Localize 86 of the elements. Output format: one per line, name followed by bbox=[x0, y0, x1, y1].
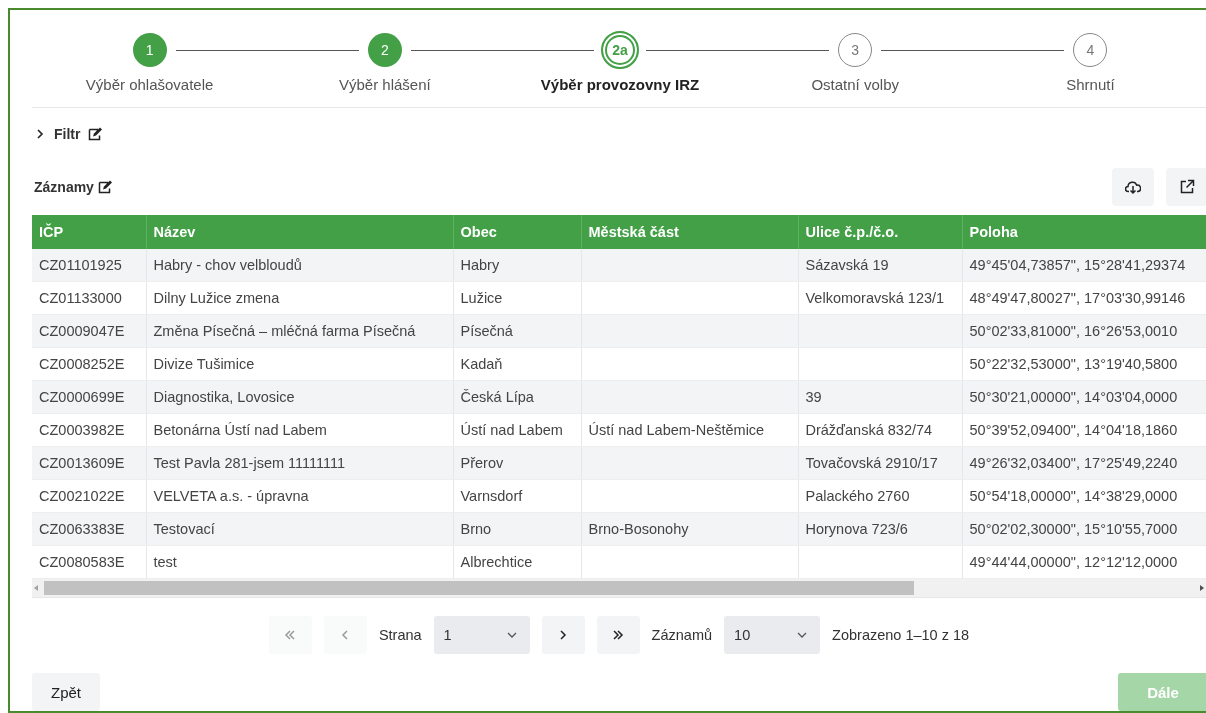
edit-icon[interactable] bbox=[88, 127, 104, 141]
select-field[interactable]: 10 bbox=[724, 616, 821, 654]
filter-label[interactable]: Filtr bbox=[54, 126, 81, 142]
step-circle[interactable]: 4 bbox=[1073, 33, 1108, 67]
scroll-right-icon[interactable] bbox=[1198, 584, 1206, 592]
last-page-button[interactable] bbox=[596, 616, 640, 654]
table-cell: 49°26'32,03400", 17°25'49,2240 bbox=[969, 455, 1178, 471]
table-cell: VELVETA a.s. - úpravna bbox=[153, 488, 309, 504]
table-cell: CZ0009047E bbox=[39, 323, 125, 339]
page-label: Strana bbox=[378, 627, 422, 643]
table-cell: Ústí nad Labem bbox=[460, 422, 563, 438]
table-cell: Habry - chov velbloudů bbox=[153, 257, 302, 273]
table-cell: CZ01101925 bbox=[39, 257, 122, 273]
table-cell: Přerov bbox=[460, 455, 504, 471]
step-label: Výběr ohlašovatele bbox=[85, 76, 214, 93]
column-header[interactable]: Název bbox=[146, 215, 453, 249]
table-cell: 50°02'02,30000", 15°10'55,7000 bbox=[969, 521, 1178, 537]
table-cell: 49°44'44,00000", 12°12'12,0000 bbox=[969, 554, 1178, 570]
step-circle[interactable]: 3 bbox=[838, 33, 873, 67]
table-cell: Česká Lípa bbox=[460, 389, 534, 405]
table-cell: Dilny Lužice zmena bbox=[153, 290, 280, 306]
column-header[interactable]: Ulice č.p./č.o. bbox=[798, 215, 962, 249]
download-button[interactable] bbox=[1112, 168, 1154, 206]
column-header[interactable]: Městská část bbox=[581, 215, 798, 249]
table-cell: Lužice bbox=[460, 290, 503, 306]
select-field[interactable]: 1 bbox=[433, 616, 530, 654]
table-cell: Horynova 723/6 bbox=[805, 521, 908, 537]
table-cell: 39 bbox=[805, 389, 822, 405]
horizontal-scrollbar[interactable] bbox=[32, 579, 1206, 597]
table-cell: CZ0008252E bbox=[39, 356, 125, 372]
table-cell: 50°30'21,00000", 14°03'04,0000 bbox=[969, 389, 1178, 405]
table-cell: Palackého 2760 bbox=[805, 488, 910, 504]
table-cell: Změna Písečná – mléčná farma Písečná bbox=[153, 323, 416, 339]
table-cell: Kadaň bbox=[460, 356, 503, 372]
table-cell: Sázavská 19 bbox=[805, 257, 889, 273]
table-cell: Varnsdorf bbox=[460, 488, 523, 504]
table-cell: 50°39'52,09400", 14°04'18,1860 bbox=[969, 422, 1178, 438]
table-cell: Divize Tušimice bbox=[153, 356, 255, 372]
table-cell: Ústí nad Labem-Neštěmice bbox=[588, 422, 765, 438]
scrollbar-thumb[interactable] bbox=[44, 581, 914, 595]
step-circle[interactable]: 2 bbox=[367, 33, 402, 67]
edit-icon[interactable] bbox=[97, 180, 113, 194]
step-label: Ostatní volby bbox=[811, 76, 899, 93]
table-cell: Brno bbox=[460, 521, 492, 537]
records-heading: Záznamy bbox=[34, 179, 94, 195]
table-cell: Tovačovská 2910/17 bbox=[805, 455, 938, 471]
column-header[interactable]: Poloha bbox=[962, 215, 1206, 249]
page-size-label: Záznamů bbox=[651, 627, 713, 643]
table-cell: CZ0080583E bbox=[39, 554, 125, 570]
column-header[interactable]: IČP bbox=[32, 215, 146, 249]
step-label: Výběr hlášení bbox=[338, 76, 431, 93]
cloud-download-icon bbox=[1125, 179, 1141, 195]
table-cell: Drážďanská 832/74 bbox=[805, 422, 933, 438]
table-cell: 50°22'32,53000", 13°19'40,5800 bbox=[969, 356, 1178, 372]
table-cell: CZ0003982E bbox=[39, 422, 125, 438]
table-cell: Test Pavla 281-jsem 11111111 bbox=[153, 455, 346, 471]
step-circle[interactable]: 1 bbox=[132, 33, 167, 67]
table-cell: Písečná bbox=[460, 323, 513, 339]
table-cell: CZ01133000 bbox=[39, 290, 122, 306]
table-cell: Testovací bbox=[153, 521, 215, 537]
table-cell: CZ0021022E bbox=[39, 488, 125, 504]
table-cell: CZ0063383E bbox=[39, 521, 125, 537]
table-cell: Betonárna Ústí nad Labem bbox=[153, 422, 327, 438]
table-cell: Velkomoravská 123/1 bbox=[805, 290, 945, 306]
scroll-left-icon[interactable] bbox=[32, 584, 40, 592]
double-chevron-right-icon bbox=[611, 628, 626, 642]
table-cell: CZ0013609E bbox=[39, 455, 125, 471]
table-cell: Albrechtice bbox=[460, 554, 533, 570]
step-label: Výběr provozovny IRZ bbox=[540, 76, 700, 93]
external-link-icon bbox=[1179, 179, 1195, 195]
table-cell: 50°02'33,81000", 16°26'53,0010 bbox=[969, 323, 1178, 339]
table-cell: Brno-Bosonohy bbox=[588, 521, 689, 537]
step-label: Shrnutí bbox=[1066, 76, 1115, 93]
step-circle[interactable]: 2a bbox=[601, 31, 639, 69]
table-cell: Habry bbox=[460, 257, 500, 273]
table-cell: 49°45'04,73857", 15°28'41,29374 bbox=[969, 257, 1186, 273]
table-cell: CZ0000699E bbox=[39, 389, 125, 405]
table-cell: 48°49'47,80027", 17°03'30,99146 bbox=[969, 290, 1186, 306]
double-chevron-left-icon bbox=[283, 628, 298, 642]
back-button[interactable]: Zpět bbox=[32, 673, 100, 711]
table-cell: Diagnostika, Lovosice bbox=[153, 389, 295, 405]
table-cell: 50°54'18,00000", 14°38'29,0000 bbox=[969, 488, 1178, 504]
table-cell: test bbox=[153, 554, 177, 570]
records-summary: Zobrazeno 1–10 z 18 bbox=[832, 627, 970, 643]
open-external-button[interactable] bbox=[1166, 168, 1206, 206]
column-header[interactable]: Obec bbox=[453, 215, 581, 249]
